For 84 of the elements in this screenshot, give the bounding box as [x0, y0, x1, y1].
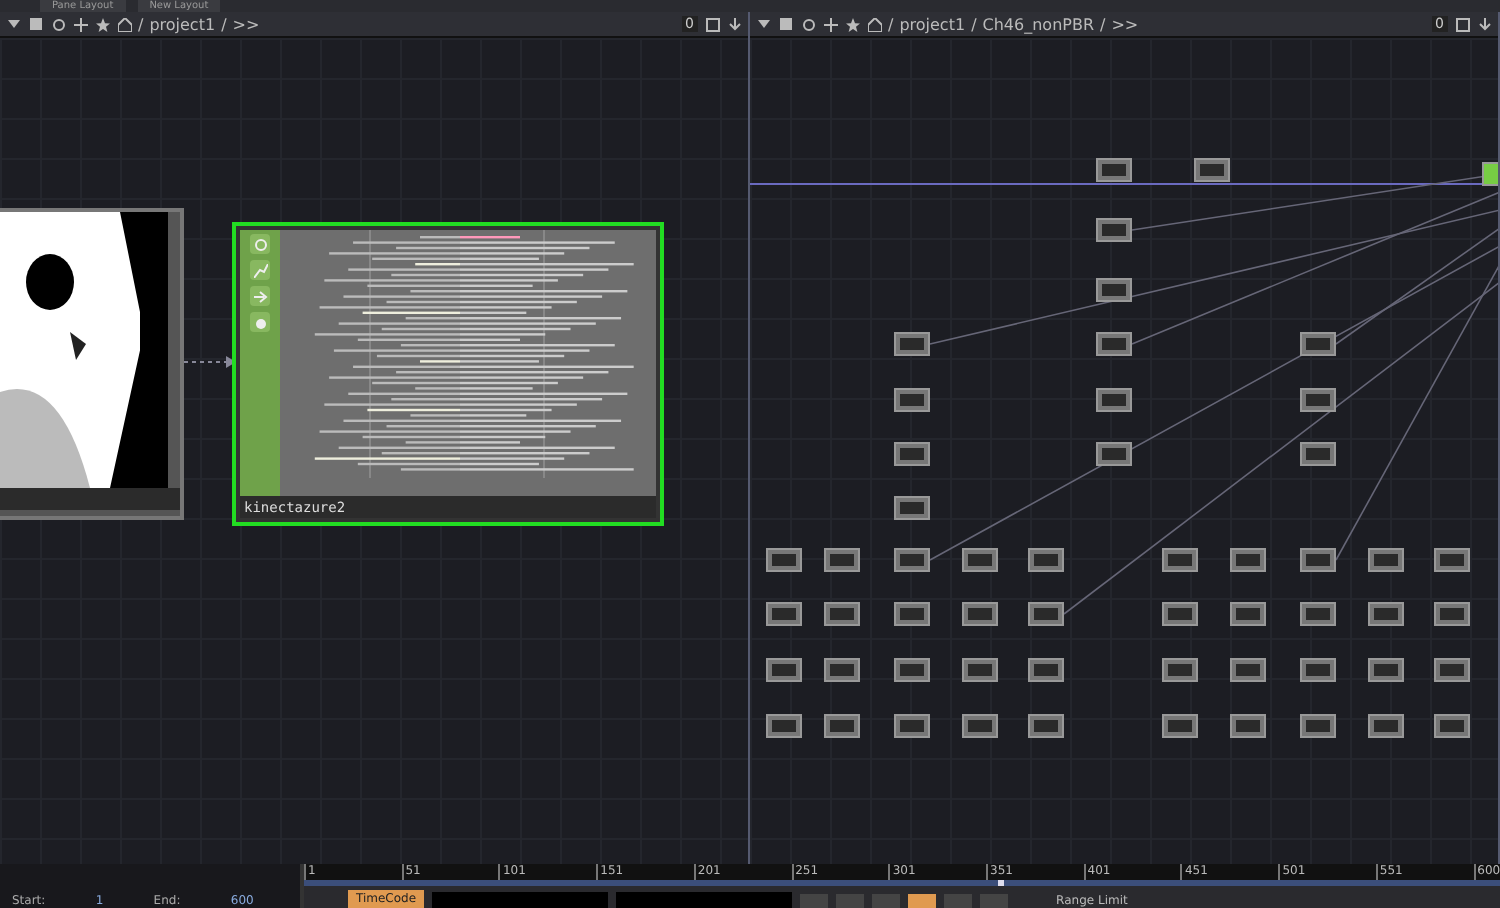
- operator-node[interactable]: [894, 442, 930, 466]
- operator-node[interactable]: [1230, 548, 1266, 572]
- operator-node[interactable]: [894, 496, 930, 520]
- operator-node[interactable]: [824, 714, 860, 738]
- square-icon[interactable]: [778, 16, 794, 32]
- operator-node[interactable]: [1194, 158, 1230, 182]
- operator-node[interactable]: [1300, 442, 1336, 466]
- operator-node[interactable]: [962, 714, 998, 738]
- plus-icon[interactable]: [72, 16, 88, 32]
- window-icon[interactable]: [704, 16, 720, 32]
- operator-node[interactable]: [766, 658, 802, 682]
- operator-node[interactable]: [824, 602, 860, 626]
- operator-node[interactable]: [1300, 548, 1336, 572]
- transport-button[interactable]: [908, 894, 937, 908]
- caret-icon[interactable]: [6, 16, 22, 32]
- window-icon[interactable]: [1454, 16, 1470, 32]
- operator-node[interactable]: [766, 714, 802, 738]
- operator-node[interactable]: [894, 714, 930, 738]
- operator-node[interactable]: [962, 548, 998, 572]
- operator-node[interactable]: [894, 332, 930, 356]
- operator-node[interactable]: [1300, 602, 1336, 626]
- operator-node[interactable]: [894, 388, 930, 412]
- operator-node[interactable]: [1300, 714, 1336, 738]
- operator-node[interactable]: [1230, 714, 1266, 738]
- operator-node[interactable]: [766, 602, 802, 626]
- path-segment[interactable]: /: [138, 15, 144, 33]
- network-canvas[interactable]: [750, 38, 1498, 864]
- operator-node[interactable]: [962, 658, 998, 682]
- image-node[interactable]: [0, 208, 184, 520]
- operator-node[interactable]: [1434, 714, 1470, 738]
- operator-node[interactable]: [1162, 602, 1198, 626]
- path-segment[interactable]: >>: [1111, 15, 1139, 33]
- operator-node[interactable]: [1368, 714, 1404, 738]
- operator-node[interactable]: [1096, 278, 1132, 302]
- operator-node[interactable]: [824, 548, 860, 572]
- operator-node[interactable]: [1434, 658, 1470, 682]
- download-icon[interactable]: [726, 16, 742, 32]
- square-icon[interactable]: [28, 16, 44, 32]
- operator-node[interactable]: [1300, 388, 1336, 412]
- path-segment[interactable]: Ch46_nonPBR: [982, 15, 1095, 33]
- operator-node[interactable]: [1162, 548, 1198, 572]
- operator-node[interactable]: [1482, 162, 1498, 186]
- operator-node[interactable]: [1096, 332, 1132, 356]
- path-segment[interactable]: /: [971, 15, 977, 33]
- operator-node[interactable]: [894, 602, 930, 626]
- operator-node[interactable]: [1028, 714, 1064, 738]
- operator-node[interactable]: [1230, 658, 1266, 682]
- operator-node[interactable]: [1028, 548, 1064, 572]
- path-segment[interactable]: /: [221, 15, 227, 33]
- operator-node[interactable]: [894, 658, 930, 682]
- playhead[interactable]: [997, 880, 1004, 886]
- operator-node[interactable]: [1368, 548, 1404, 572]
- download-icon[interactable]: [1476, 16, 1492, 32]
- path-segment[interactable]: project1: [149, 15, 216, 33]
- operator-node[interactable]: [1096, 218, 1132, 242]
- operator-node[interactable]: [1300, 332, 1336, 356]
- timeline-track[interactable]: [304, 880, 1500, 886]
- operator-node[interactable]: [962, 602, 998, 626]
- plus-icon[interactable]: [822, 16, 838, 32]
- operator-node[interactable]: [1300, 658, 1336, 682]
- operator-node[interactable]: [766, 548, 802, 572]
- path-segment[interactable]: project1: [899, 15, 966, 33]
- operator-node[interactable]: [1096, 388, 1132, 412]
- home-icon[interactable]: [866, 16, 882, 32]
- operator-node[interactable]: [824, 658, 860, 682]
- star-icon[interactable]: [844, 16, 860, 32]
- star-icon[interactable]: [94, 16, 110, 32]
- operator-node[interactable]: [1096, 442, 1132, 466]
- operator-node[interactable]: [1028, 658, 1064, 682]
- operator-node[interactable]: [1230, 602, 1266, 626]
- operator-node[interactable]: [1434, 602, 1470, 626]
- caret-icon[interactable]: [756, 16, 772, 32]
- operator-node[interactable]: [1162, 658, 1198, 682]
- operator-node[interactable]: [1096, 158, 1132, 182]
- operator-node[interactable]: [1368, 602, 1404, 626]
- path-segment[interactable]: /: [888, 15, 894, 33]
- operator-node[interactable]: [1368, 658, 1404, 682]
- operator-node[interactable]: [1028, 602, 1064, 626]
- home-icon[interactable]: [116, 16, 132, 32]
- operator-node[interactable]: [1162, 714, 1198, 738]
- path-segment[interactable]: /: [1100, 15, 1106, 33]
- operator-node[interactable]: [894, 548, 930, 572]
- path-segment[interactable]: >>: [232, 15, 260, 33]
- operator-node[interactable]: [1434, 548, 1470, 572]
